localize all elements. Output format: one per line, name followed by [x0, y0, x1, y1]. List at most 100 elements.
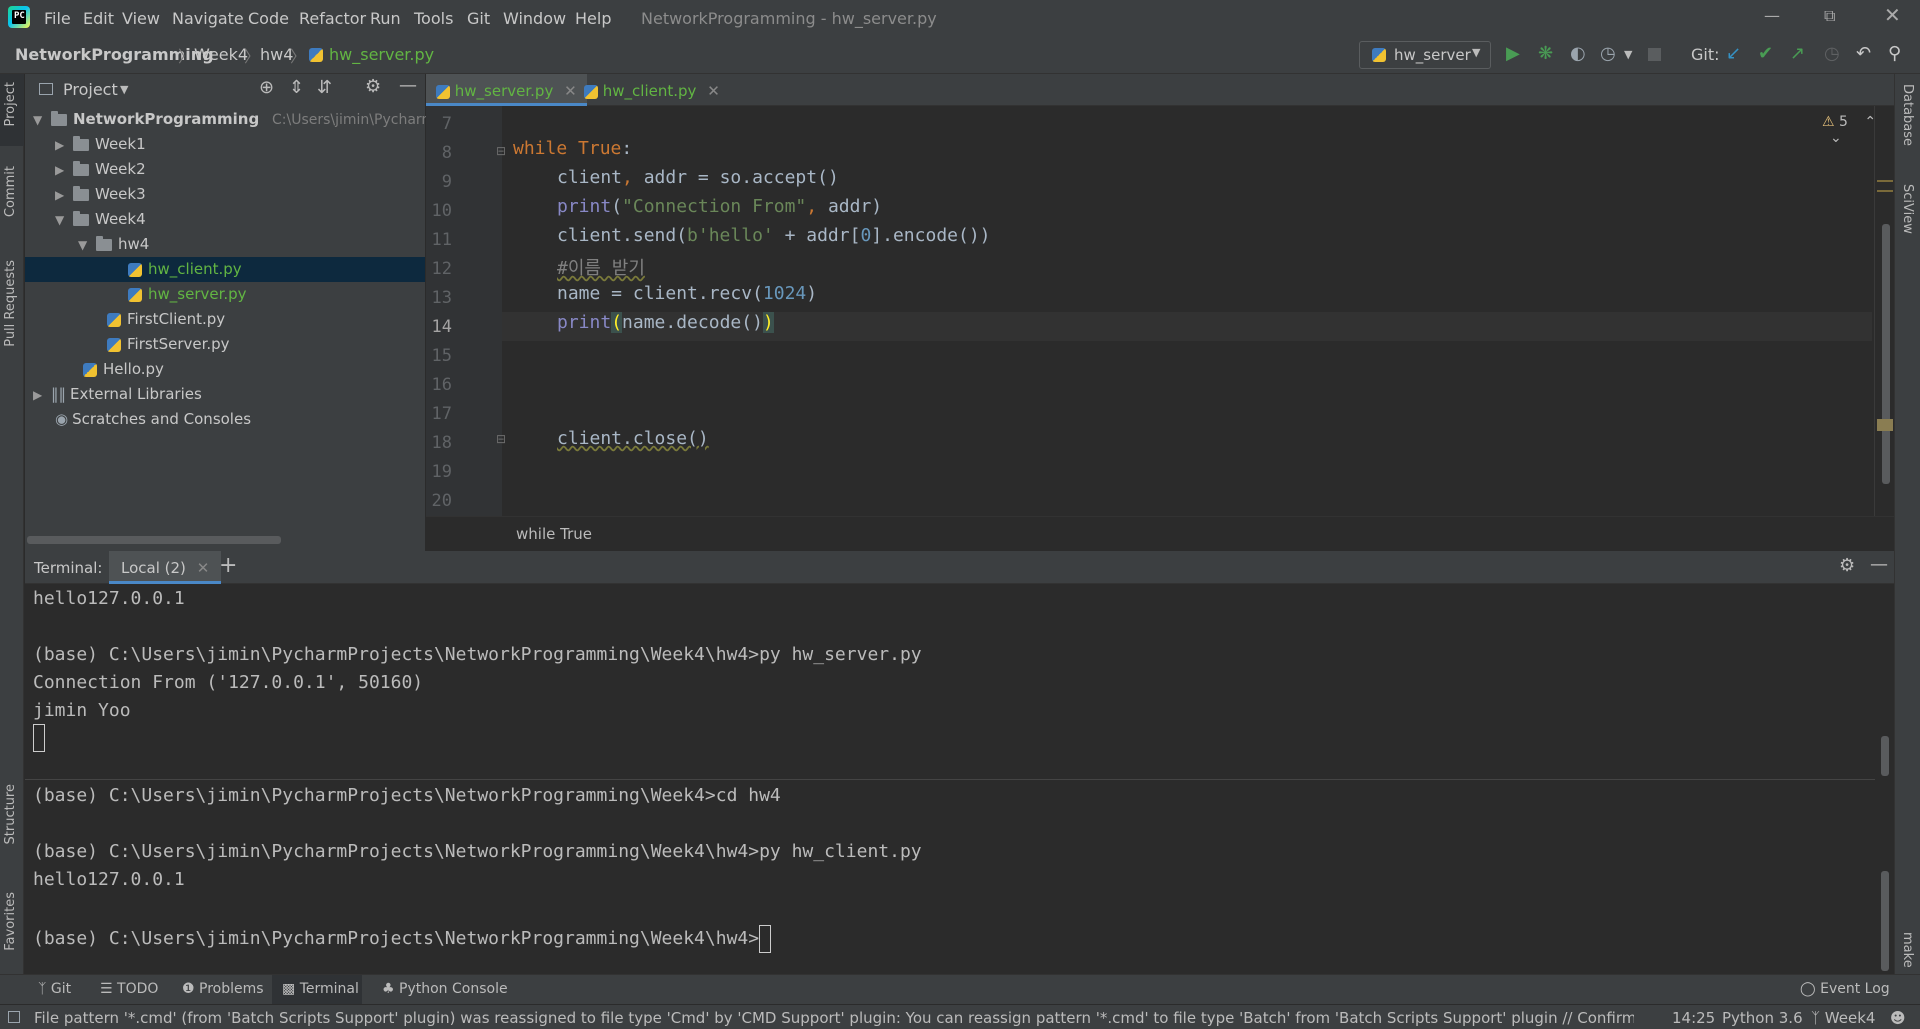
code-line-14[interactable]: print(name.decode()): [557, 312, 774, 333]
python-interpreter[interactable]: Python 3.6: [1722, 1009, 1803, 1027]
status-message[interactable]: File pattern '*.cmd' (from 'Batch Script…: [34, 1009, 1634, 1027]
project-view-select[interactable]: Project: [63, 80, 118, 99]
event-log-button[interactable]: ◯ Event Log: [1800, 981, 1890, 997]
menu-navigate[interactable]: Navigate: [172, 9, 244, 28]
tool-tab-make[interactable]: make: [1900, 932, 1915, 968]
bottom-tab-git[interactable]: ᛉ Git: [38, 981, 71, 997]
hide-panel-icon[interactable]: —: [1870, 554, 1888, 575]
stop-icon[interactable]: [1648, 48, 1661, 61]
tree-item-hello[interactable]: Hello.py: [83, 360, 164, 385]
search-everywhere-icon[interactable]: ⚲: [1888, 43, 1901, 64]
menu-edit[interactable]: Edit: [83, 9, 114, 28]
git-commit-icon[interactable]: ✔: [1758, 43, 1773, 64]
fold-icon[interactable]: ⊟: [496, 432, 506, 446]
inspector-icon[interactable]: ☻: [1890, 1009, 1906, 1027]
tree-item-week4[interactable]: ▼ Week4: [55, 210, 146, 235]
inspection-widget[interactable]: ⚠ 5 ⌃ ⌄: [1822, 114, 1894, 146]
close-icon[interactable]: ✕: [1884, 3, 1901, 27]
code-line-18[interactable]: client.close(): [557, 428, 709, 449]
menu-file[interactable]: File: [44, 9, 71, 28]
menu-git[interactable]: Git: [467, 9, 490, 28]
fold-icon[interactable]: ⊟: [496, 144, 506, 158]
tree-item-firstserver[interactable]: FirstServer.py: [107, 335, 230, 360]
terminal-split-upper[interactable]: hello127.0.0.1 (base) C:\Users\jimin\Pyc…: [25, 584, 1875, 752]
rollback-icon[interactable]: ↶: [1856, 43, 1871, 64]
debug-icon[interactable]: ❋: [1538, 43, 1553, 64]
tool-tab-pull-requests[interactable]: Pull Requests: [3, 260, 18, 347]
menu-window[interactable]: Window: [503, 9, 566, 28]
git-update-icon[interactable]: ↙: [1726, 43, 1741, 64]
git-push-icon[interactable]: ↗: [1790, 43, 1805, 64]
settings-gear-icon[interactable]: ⚙: [365, 76, 381, 97]
tab-hw-server[interactable]: hw_server.py ✕: [426, 74, 587, 106]
code-line-13[interactable]: name = client.recv(1024): [557, 283, 817, 304]
bottom-tab-python-console[interactable]: ♣ Python Console: [382, 981, 508, 997]
new-terminal-icon[interactable]: +: [219, 553, 237, 578]
toggle-tool-windows-icon[interactable]: [8, 1011, 20, 1023]
tool-tab-database[interactable]: Database: [1900, 84, 1915, 146]
terminal-split-divider[interactable]: [25, 779, 1875, 780]
tree-item-hw-client[interactable]: hw_client.py: [128, 260, 242, 285]
settings-gear-icon[interactable]: ⚙: [1839, 555, 1855, 576]
restore-icon[interactable]: ⧉: [1824, 6, 1835, 26]
tool-tab-structure[interactable]: Structure: [3, 784, 18, 844]
tree-item-week1[interactable]: ▶ Week1: [55, 135, 146, 160]
chevron-down-icon[interactable]: ⌄: [1830, 130, 1842, 146]
locate-file-icon[interactable]: ⊕: [259, 77, 274, 98]
history-icon[interactable]: ◷: [1824, 43, 1840, 64]
horizontal-scrollbar[interactable]: [27, 536, 281, 544]
editor-scrollbar[interactable]: [1882, 224, 1890, 484]
code-line-10[interactable]: print("Connection From", addr): [557, 196, 882, 217]
tree-item-week3[interactable]: ▶ Week3: [55, 185, 146, 210]
caret-position[interactable]: 14:25: [1672, 1009, 1715, 1027]
tool-tab-sciview[interactable]: SciView: [1900, 184, 1915, 234]
bottom-tab-terminal[interactable]: ▩ Terminal: [282, 981, 359, 997]
tool-tab-commit[interactable]: Commit: [3, 166, 18, 217]
coverage-icon[interactable]: ◐: [1570, 43, 1586, 64]
collapse-all-icon[interactable]: ⇵: [317, 77, 332, 98]
bottom-tab-todo[interactable]: ☰ TODO: [100, 981, 158, 997]
bottom-tab-problems[interactable]: ❶ Problems: [182, 981, 264, 997]
menu-help[interactable]: Help: [575, 9, 611, 28]
tree-item-week2[interactable]: ▶ Week2: [55, 160, 146, 185]
menu-refactor[interactable]: Refactor: [299, 9, 366, 28]
menu-view[interactable]: View: [122, 9, 160, 28]
code-line-12[interactable]: #이름 받기: [557, 254, 645, 280]
tree-item-scratches[interactable]: ◉ Scratches and Consoles: [55, 410, 251, 435]
tool-tab-project[interactable]: Project: [3, 82, 18, 126]
caret-down-icon[interactable]: ▼: [120, 83, 128, 96]
tree-item-firstclient[interactable]: FirstClient.py: [107, 310, 225, 335]
minimize-icon[interactable]: —: [1764, 6, 1780, 25]
expand-all-icon[interactable]: ⇕: [289, 77, 304, 98]
profile-icon[interactable]: ◷: [1600, 43, 1616, 64]
run-icon[interactable]: ▶: [1506, 43, 1520, 64]
breadcrumb-file[interactable]: hw_server.py: [329, 45, 434, 64]
code-breadcrumb[interactable]: while True: [516, 525, 592, 543]
close-tab-icon[interactable]: ✕: [707, 82, 720, 100]
more-run-options-icon[interactable]: ▼: [1624, 48, 1632, 61]
terminal-tab-local[interactable]: Local (2) ✕: [109, 551, 222, 584]
warning-stripe-marker[interactable]: [1877, 419, 1893, 431]
git-branch-widget[interactable]: ᛉ Week4: [1811, 1009, 1875, 1027]
tab-hw-client[interactable]: hw_client.py ✕: [574, 74, 730, 106]
tree-item-hw-server[interactable]: hw_server.py: [128, 285, 247, 310]
tree-item-root[interactable]: ▼ NetworkProgramming C:\Users\jimin\Pycha…: [33, 110, 444, 135]
warning-stripe-marker[interactable]: [1877, 180, 1893, 182]
close-tab-icon[interactable]: ✕: [197, 559, 210, 577]
tree-item-external-libraries[interactable]: ▶ ‖‖ External Libraries: [33, 385, 202, 410]
run-configuration-select[interactable]: hw_server ▼: [1359, 41, 1491, 69]
hide-panel-icon[interactable]: —: [399, 75, 417, 96]
breadcrumb-hw4[interactable]: hw4: [260, 45, 293, 64]
warning-stripe-marker[interactable]: [1877, 190, 1893, 192]
menu-run[interactable]: Run: [370, 9, 401, 28]
code-line-11[interactable]: client.send(b'hello' + addr[0].encode()): [557, 225, 991, 246]
menu-tools[interactable]: Tools: [414, 9, 453, 28]
menu-code[interactable]: Code: [248, 9, 289, 28]
code-line-8[interactable]: while True:: [513, 138, 632, 159]
breadcrumb-week4[interactable]: Week4: [194, 45, 248, 64]
terminal-scrollbar-lower[interactable]: [1881, 871, 1889, 971]
terminal-scrollbar-upper[interactable]: [1881, 736, 1889, 776]
terminal-split-lower[interactable]: (base) C:\Users\jimin\PycharmProjects\Ne…: [25, 781, 1875, 971]
code-line-9[interactable]: client, addr = so.accept(): [557, 167, 839, 188]
tool-tab-favorites[interactable]: Favorites: [3, 892, 18, 951]
